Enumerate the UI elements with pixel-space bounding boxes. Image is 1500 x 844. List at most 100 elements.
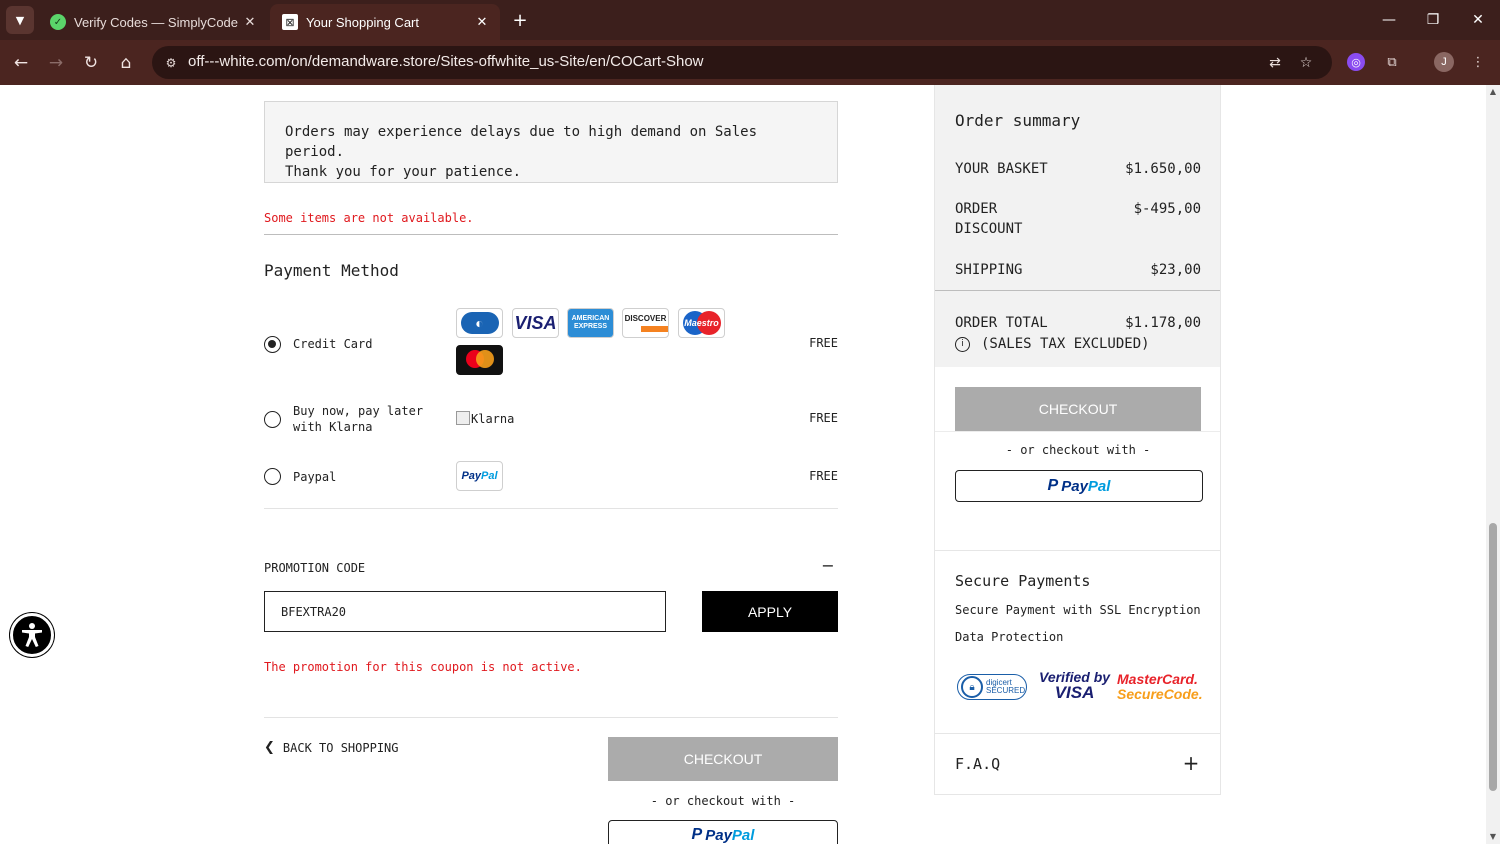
payment-option-klarna[interactable]: Buy now, pay later with Klarna Klarna FRE… (264, 403, 838, 437)
divider (935, 290, 1220, 291)
availability-warning: Some items are not available. (264, 211, 474, 225)
order-total-label: ORDER TOTAL (955, 315, 1048, 331)
klarna-radio[interactable] (264, 411, 281, 428)
payment-option-label: Paypal (293, 470, 337, 484)
paypal-logo: Pay Pal (456, 461, 503, 491)
checkout-button[interactable]: CHECKOUT (608, 737, 838, 781)
discount-label: ORDER DISCOUNT (955, 201, 1023, 237)
bookmark-star-icon[interactable]: ☆ (1295, 52, 1317, 74)
security-badges: 🔒︎ digicert SECURED Verified by VISA Mast… (957, 669, 1203, 706)
or-checkout-with-text: - or checkout with - (1005, 443, 1151, 457)
discount-value: $-495,00 (1133, 201, 1201, 217)
paypal-p-icon: P (1047, 477, 1059, 494)
paypal-checkout-button[interactable]: P Pay Pal (608, 820, 838, 844)
profile-avatar[interactable]: J (1434, 52, 1454, 72)
back-arrow-icon[interactable]: ← (8, 50, 34, 76)
payment-option-paypal[interactable]: Paypal Pay Pal FREE (264, 461, 838, 491)
paypal-radio[interactable] (264, 468, 281, 485)
order-summary-title: Order summary (955, 111, 1081, 130)
delay-notice: Orders may experience delays due to high… (264, 101, 838, 183)
scroll-down-arrow-icon[interactable]: ▼ (1488, 832, 1498, 842)
page-scrollbar[interactable]: ▲ ▼ (1486, 85, 1500, 844)
notice-line: Thank you for your patience. (285, 164, 522, 180)
browser-toolbar: ← → ↻ ⌂ ⚙ off---white.com/on/demandware.… (0, 40, 1500, 85)
forward-arrow-icon[interactable]: → (43, 50, 69, 76)
discover-logo: DISCOVER (622, 308, 669, 338)
sidebar-checkout-button[interactable]: CHECKOUT (955, 387, 1201, 431)
tab-close-icon[interactable]: ✕ (470, 15, 494, 30)
promotion-code-input[interactable] (264, 591, 666, 632)
divider (264, 508, 838, 509)
tab-close-icon[interactable]: ✕ (238, 15, 262, 30)
address-bar[interactable]: ⚙ off---white.com/on/demandware.store/Si… (152, 46, 1332, 79)
sidebar-paypal-button[interactable]: P Pay Pal (955, 470, 1203, 502)
divider (935, 431, 1220, 432)
accessibility-person-icon (22, 623, 42, 647)
order-total-value: $1.178,00 (1125, 315, 1201, 331)
chevron-left-icon: ❮ (264, 740, 275, 755)
order-summary-box: Order summary YOUR BASKET $1.650,00 ORDE… (935, 85, 1220, 367)
info-icon[interactable]: i (955, 336, 970, 352)
basket-label: YOUR BASKET (955, 161, 1048, 177)
simplycodes-favicon-icon: ✓ (50, 14, 66, 30)
minimize-icon[interactable]: — (1377, 8, 1401, 32)
verified-by-visa-badge: Verified by VISA (1039, 669, 1111, 702)
extension-purple-icon[interactable]: ◎ (1347, 53, 1365, 71)
scroll-up-arrow-icon[interactable]: ▲ (1488, 87, 1498, 97)
scrollbar-thumb[interactable] (1489, 523, 1497, 791)
notice-line: Orders may experience delays due to high… (285, 124, 758, 160)
translate-icon[interactable]: ⇄ (1264, 52, 1286, 74)
credit-card-radio[interactable] (264, 336, 281, 353)
basket-value: $1.650,00 (1125, 161, 1201, 177)
mastercard-securecode-badge: MasterCard. SecureCode. (1117, 671, 1203, 702)
divider (264, 717, 838, 718)
shipping-label: SHIPPING (955, 262, 1023, 278)
sales-tax-note: i (SALES TAX EXCLUDED) (955, 336, 1150, 352)
payment-option-price: FREE (809, 469, 838, 483)
accessibility-button[interactable] (10, 613, 54, 657)
close-window-icon[interactable]: ✕ (1466, 8, 1490, 32)
faq-label[interactable]: F.A.Q (955, 755, 1000, 773)
shipping-value: $23,00 (1150, 262, 1201, 278)
paypal-p-icon: P (691, 826, 703, 843)
or-checkout-with-text: - or checkout with - (650, 794, 796, 808)
ssl-encryption-text: Secure Payment with SSL Encryption (955, 603, 1201, 617)
payment-option-price: FREE (809, 411, 838, 425)
tab-title: Your Shopping Cart (306, 14, 419, 30)
divider (935, 550, 1220, 551)
restore-icon[interactable]: ❐ (1421, 8, 1445, 32)
klarna-logo: Klarna (456, 411, 514, 426)
extensions-puzzle-icon[interactable]: ⧉ (1381, 51, 1403, 73)
tab-verify-codes[interactable]: ✓ Verify Codes — SimplyCodes ✕ (38, 4, 268, 40)
basket-row: YOUR BASKET $1.650,00 (955, 159, 1201, 179)
back-to-shopping-link[interactable]: ❮ BACK TO SHOPPING (264, 740, 399, 755)
apply-button[interactable]: APPLY (702, 591, 838, 632)
divider (935, 733, 1220, 734)
secure-payments-title: Secure Payments (955, 572, 1091, 590)
browser-tab-bar: ▼ ✓ Verify Codes — SimplyCodes ✕ ⊠ Your … (0, 0, 1500, 40)
tab-shopping-cart[interactable]: ⊠ Your Shopping Cart ✕ (270, 4, 500, 40)
browser-menu-icon[interactable]: ⋮ (1467, 51, 1489, 73)
tab-search-chevron-icon[interactable]: ▼ (6, 6, 34, 34)
tab-title: Verify Codes — SimplyCodes (74, 14, 238, 30)
collapse-minus-icon[interactable]: − (818, 555, 838, 575)
data-protection-text: Data Protection (955, 630, 1064, 644)
maestro-logo: Maestro (678, 308, 725, 338)
payment-option-price: FREE (809, 336, 838, 350)
new-tab-plus-icon[interactable]: + (508, 8, 532, 32)
lock-icon: 🔒︎ (961, 676, 983, 698)
expand-plus-icon[interactable]: + (1179, 751, 1203, 775)
page-content: Orders may experience delays due to high… (0, 85, 1486, 844)
back-to-shopping-label: BACK TO SHOPPING (282, 740, 399, 755)
payment-option-label: Credit Card (293, 337, 373, 351)
home-icon[interactable]: ⌂ (113, 50, 139, 76)
payment-option-credit-card[interactable]: Credit Card ◐ VISA AMERICAN EXPRESS DISCO… (264, 307, 838, 377)
promotion-error-message: The promotion for this coupon is not act… (264, 660, 582, 674)
discount-row: ORDER DISCOUNT $-495,00 (955, 199, 1201, 239)
divider (264, 234, 838, 235)
reload-icon[interactable]: ↻ (78, 50, 104, 76)
site-info-icon[interactable]: ⚙ (160, 52, 182, 74)
shipping-row: SHIPPING $23,00 (955, 260, 1201, 280)
url-text[interactable]: off---white.com/on/demandware.store/Site… (188, 53, 704, 70)
payment-method-title: Payment Method (264, 261, 399, 280)
